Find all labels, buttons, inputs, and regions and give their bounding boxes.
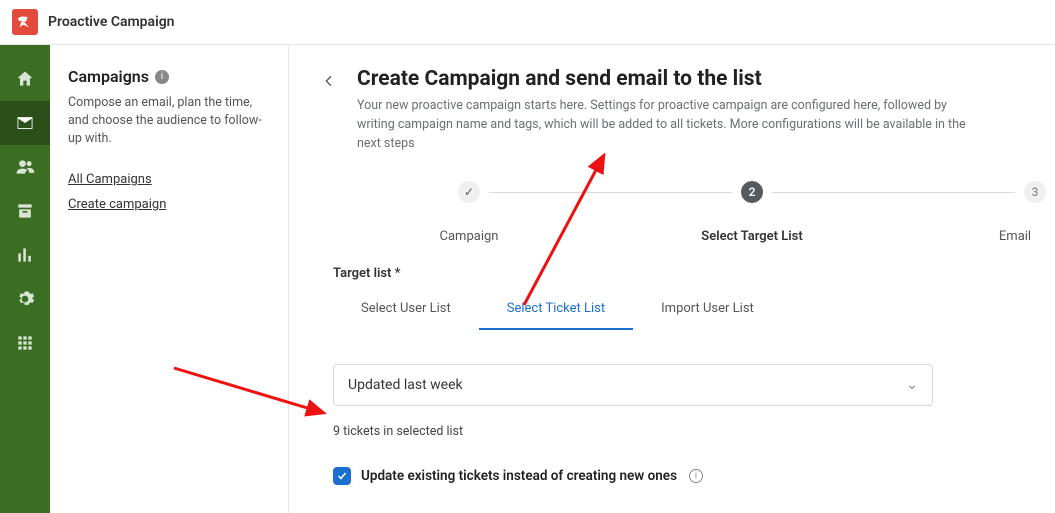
nav-apps[interactable]	[0, 321, 50, 365]
side-desc: Compose an email, plan the time, and cho…	[68, 94, 270, 148]
chevron-down-icon: ⌄	[906, 377, 918, 393]
ticket-list-value: Updated last week	[348, 377, 463, 393]
step-3-label: Email	[995, 229, 1035, 244]
side-panel: Campaigns i Compose an email, plan the t…	[50, 45, 289, 513]
nav-contacts[interactable]	[0, 145, 50, 189]
ticket-count-hint: 9 tickets in selected list	[333, 424, 1055, 439]
app-logo	[12, 9, 38, 35]
step-2[interactable]: 2	[741, 181, 763, 203]
main-content: Create Campaign and send email to the li…	[289, 45, 1055, 513]
tab-select-ticket-list[interactable]: Select Ticket List	[479, 291, 633, 330]
nav-rail	[0, 45, 50, 513]
nav-reports[interactable]	[0, 233, 50, 277]
step-2-label: Select Target List	[692, 229, 812, 244]
step-1[interactable]: ✓	[458, 181, 480, 203]
tab-select-user-list[interactable]: Select User List	[333, 291, 479, 330]
app-title: Proactive Campaign	[48, 14, 175, 30]
update-existing-checkbox[interactable]	[333, 467, 351, 485]
target-list-label: Target list *	[333, 266, 1055, 281]
link-all-campaigns[interactable]: All Campaigns	[68, 172, 270, 187]
page-description: Your new proactive campaign starts here.…	[357, 97, 972, 153]
page-title: Create Campaign and send email to the li…	[357, 67, 972, 91]
nav-archive[interactable]	[0, 189, 50, 233]
info-icon[interactable]: i	[689, 469, 703, 483]
ticket-list-select[interactable]: Updated last week ⌄	[333, 364, 933, 406]
info-icon: i	[155, 70, 169, 84]
target-tabs: Select User List Select Ticket List Impo…	[333, 291, 1055, 330]
tab-import-user-list[interactable]: Import User List	[633, 291, 782, 330]
back-chevron-icon[interactable]	[319, 71, 339, 91]
step-3[interactable]: 3	[1024, 181, 1046, 203]
step-1-label: Campaign	[439, 229, 499, 244]
nav-mail[interactable]	[0, 101, 50, 145]
nav-settings[interactable]	[0, 277, 50, 321]
link-create-campaign[interactable]: Create campaign	[68, 197, 270, 212]
stepper: ✓ 2 3	[329, 181, 1055, 203]
side-title: Campaigns	[68, 67, 149, 86]
top-bar: Proactive Campaign	[0, 0, 1055, 45]
nav-home[interactable]	[0, 57, 50, 101]
update-existing-label: Update existing tickets instead of creat…	[361, 468, 677, 484]
